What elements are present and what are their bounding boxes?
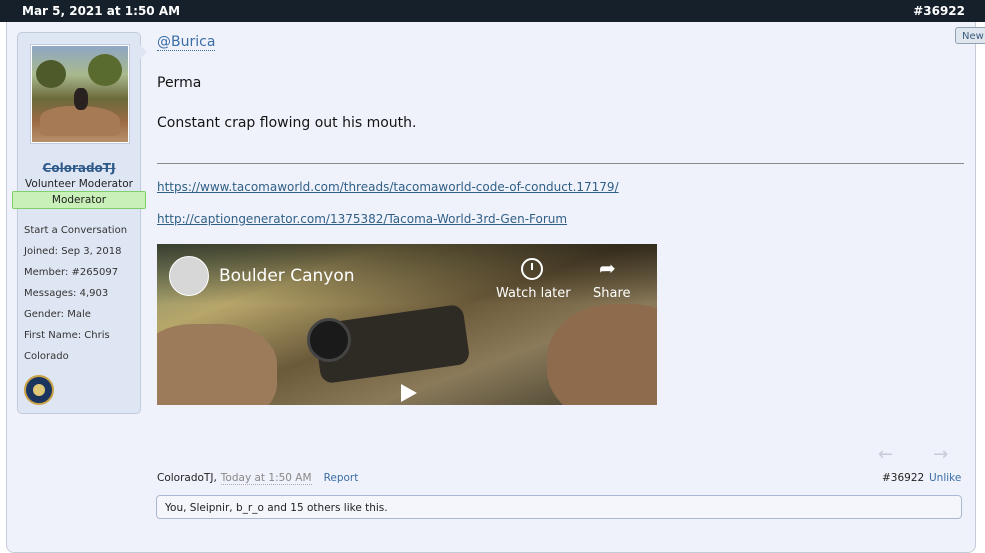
watch-later-button[interactable]: Watch later [496,286,571,301]
navy-emblem-icon [24,375,54,405]
signature-link-code-of-conduct[interactable]: https://www.tacomaworld.com/threads/taco… [157,180,619,194]
user-joined: Joined: Sep 3, 2018 [24,246,122,257]
avatar-figure-shape [74,88,88,110]
message-text-line: Constant crap flowing out his mouth. [157,115,417,131]
post-nav-arrows: ← → [878,444,985,465]
video-title[interactable]: Boulder Canyon [219,266,355,286]
avatar-tree-shape [36,60,66,88]
arrow-right-icon[interactable]: → [933,444,948,465]
user-info-list: Start a Conversation Joined: Sep 3, 2018… [24,223,138,370]
video-thumbnail-shape [547,304,657,405]
user-gender: Gender: Male [24,309,91,320]
message-text-line: Perma [157,75,202,91]
signature-divider [157,163,964,164]
clock-icon[interactable] [521,258,543,280]
user-member-number: Member: #265097 [24,267,119,278]
post-author-link[interactable]: ColoradoTJ, [157,472,217,484]
post-date: Mar 5, 2021 at 1:50 AM [22,4,181,18]
signature-link-caption-generator[interactable]: http://captiongenerator.com/1375382/Taco… [157,212,567,226]
post-permalink-number[interactable]: #36922 [913,4,965,18]
report-link[interactable]: Report [324,472,359,484]
likes-summary[interactable]: You, Sleipnir, b_r_o and 15 others like … [156,495,962,519]
user-avatar[interactable] [31,45,129,143]
embedded-video[interactable]: Boulder Canyon Watch later ➦ Share [157,244,657,405]
post-time[interactable]: Today at 1:50 AM [220,472,312,485]
user-location: Colorado [24,351,69,362]
unlike-link[interactable]: Unlike [929,472,961,484]
video-thumbnail-shape [157,324,277,405]
user-messages: Messages: 4,903 [24,288,109,299]
new-posts-tab[interactable]: New [955,27,985,44]
post-header-bar: Mar 5, 2021 at 1:50 AM #36922 [0,0,985,22]
start-conversation-link[interactable]: Start a Conversation [24,223,138,244]
video-thumbnail-shape [307,318,351,362]
avatar-tree-shape [88,54,122,86]
share-button[interactable]: Share [593,286,631,301]
post-number-link[interactable]: #36922 [882,472,924,484]
share-arrow-icon[interactable]: ➦ [599,256,616,280]
user-title: Volunteer Moderator [25,178,133,190]
username-link[interactable]: ColoradoTJ [18,161,140,175]
moderator-banner: Moderator [12,191,146,209]
post-meta: ColoradoTJ, Today at 1:50 AM Report [157,472,359,485]
user-info-sidebar: ColoradoTJ Volunteer Moderator Moderator… [12,32,147,414]
play-icon[interactable] [401,384,417,402]
user-first-name: First Name: Chris [24,330,110,341]
avatar-rock-shape [40,106,120,136]
arrow-left-icon[interactable]: ← [878,444,893,465]
user-mention-link[interactable]: @Burica [157,34,216,51]
channel-avatar[interactable] [169,256,209,296]
